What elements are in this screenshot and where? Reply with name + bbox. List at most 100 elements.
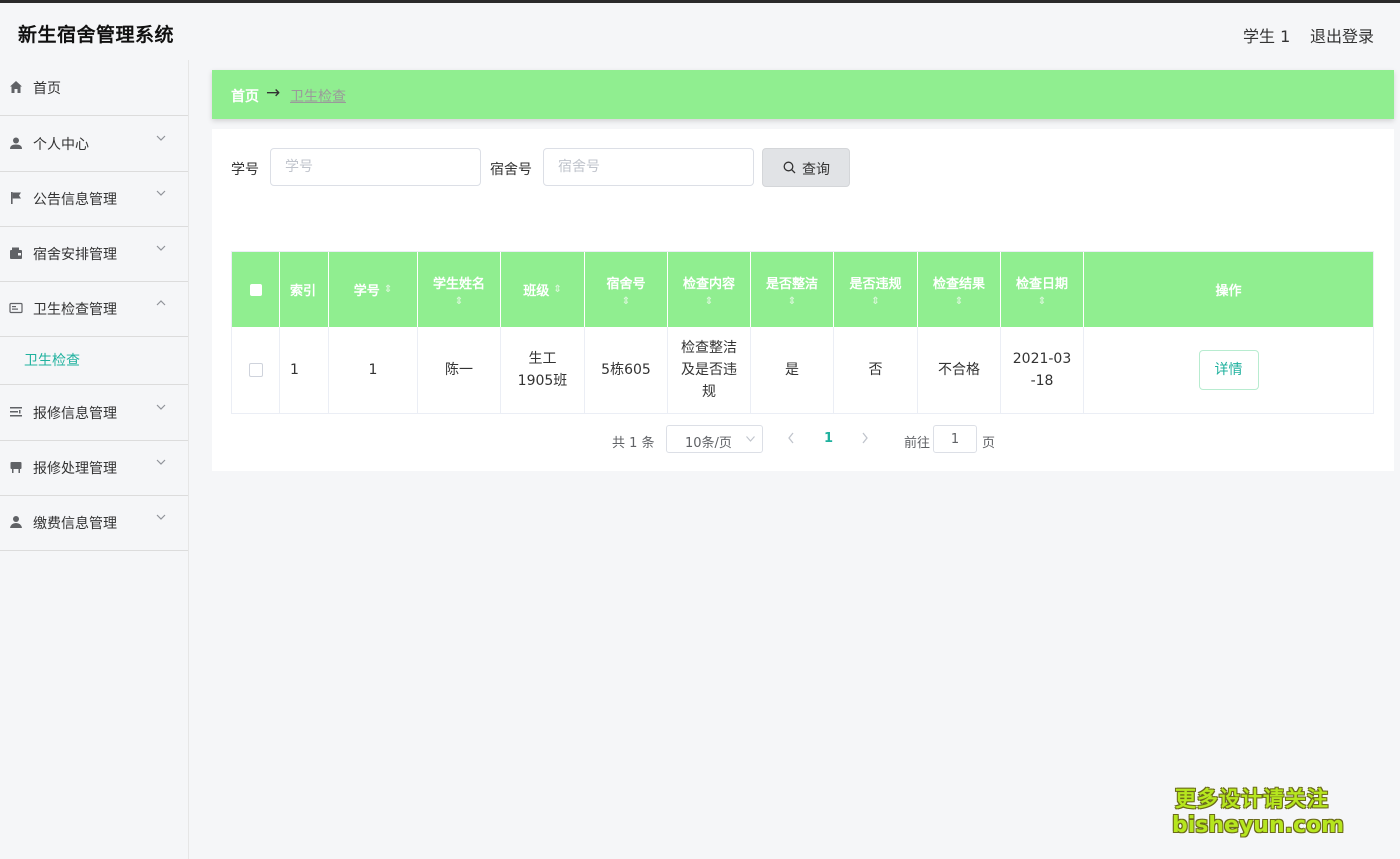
sort-icon[interactable]: ⇕	[384, 284, 392, 295]
header-date-label: 检查日期	[1015, 276, 1068, 292]
header-result-label: 检查结果	[932, 276, 985, 292]
header-date[interactable]: 检查日期 ⇕	[1001, 252, 1084, 327]
sidebar-item-label: 个人中心	[33, 137, 89, 153]
sidebar-item-hygiene-management[interactable]: 卫生检查管理	[0, 281, 188, 337]
cell-dorm: 5栋605	[585, 327, 668, 413]
card-icon	[9, 302, 23, 314]
sidebar-item-personal-center[interactable]: 个人中心	[0, 116, 188, 172]
chevron-down-icon	[156, 459, 166, 465]
header-index-label: 索引	[290, 284, 317, 299]
pagination: 共 1 条 10条/页 1 前往 页	[212, 425, 1394, 455]
header-clean-label: 是否整洁	[765, 276, 818, 292]
cell-student-id: 1	[329, 327, 418, 413]
sidebar-item-label: 报修处理管理	[33, 461, 117, 477]
student-id-input[interactable]	[270, 148, 481, 186]
wallet-icon	[10, 247, 22, 259]
submenu-item-hygiene-check[interactable]: 卫生检查	[24, 350, 80, 370]
header-student-id-label: 学号	[353, 284, 380, 299]
row-checkbox[interactable]	[248, 363, 263, 377]
header-class-label: 班级	[523, 284, 550, 299]
header-content[interactable]: 检查内容 ⇕	[668, 252, 751, 327]
main-panel: 学号 宿舍号 查询 索引 学号⇕ 学生姓名 ⇕ 班级⇕ 宿舍号	[212, 129, 1394, 471]
sidebar: 首页 个人中心 公告信息管理 宿舍安排管理 卫生检查管理 卫生检查 报修信息管理…	[0, 60, 189, 859]
table-row: 1 1 陈一 生工1905班 5栋605 检查整洁及是否违规 是 否 不合格 2…	[232, 327, 1373, 413]
sidebar-item-repair-info[interactable]: 报修信息管理	[0, 385, 188, 441]
sort-icon[interactable]: ⇕	[553, 284, 561, 295]
pagination-total: 共 1 条	[612, 436, 655, 451]
dorm-input[interactable]	[543, 148, 754, 186]
watermark-line2: bisheyun.com	[1172, 813, 1345, 838]
chevron-down-icon	[156, 514, 166, 520]
cell-student-name: 陈一	[418, 327, 501, 413]
header-violation[interactable]: 是否违规 ⇕	[834, 252, 918, 327]
goto-page-input[interactable]	[933, 425, 977, 453]
chevron-up-icon	[156, 300, 166, 306]
sort-icon[interactable]: ⇕	[622, 296, 630, 307]
sidebar-item-label: 报修信息管理	[33, 406, 117, 422]
sort-icon[interactable]: ⇕	[1038, 296, 1046, 307]
sort-icon[interactable]: ⇕	[705, 296, 713, 307]
user-icon	[10, 137, 22, 149]
header-student-id[interactable]: 学号 ⇕	[329, 252, 418, 327]
row-select-cell	[232, 327, 280, 413]
header-action-label: 操作	[1215, 284, 1242, 299]
header-dorm-label: 宿舍号	[606, 276, 646, 292]
list-icon	[10, 407, 22, 417]
header-action: 操作	[1084, 252, 1373, 327]
sidebar-item-dorm-arrangement[interactable]: 宿舍安排管理	[0, 226, 188, 282]
breadcrumb: 首页 → 卫生检查	[212, 70, 1394, 119]
sidebar-item-label: 首页	[33, 81, 61, 97]
home-icon	[10, 81, 22, 93]
header-dorm[interactable]: 宿舍号 ⇕	[585, 252, 668, 327]
breadcrumb-home[interactable]: 首页	[231, 86, 259, 106]
logout-link[interactable]: 退出登录	[1310, 23, 1374, 47]
watermark: 更多设计请关注 bisheyun.com	[1172, 783, 1345, 838]
sort-icon[interactable]: ⇕	[788, 296, 796, 307]
sort-icon[interactable]: ⇕	[871, 296, 879, 307]
goto-label: 前往	[904, 436, 931, 451]
hygiene-table: 索引 学号 ⇕ 学生姓名 ⇕ 班级 ⇕ 宿舍号 ⇕ 检查内容 ⇕ 是否整洁 ⇕ …	[231, 251, 1374, 414]
page-size-value: 10条/页	[685, 436, 732, 451]
student-id-label: 学号	[231, 162, 259, 178]
sidebar-item-notice[interactable]: 公告信息管理	[0, 171, 188, 227]
header-result[interactable]: 检查结果 ⇕	[918, 252, 1001, 327]
cell-class: 生工1905班	[501, 327, 585, 413]
sidebar-item-home[interactable]: 首页	[0, 60, 188, 116]
header-student-name[interactable]: 学生姓名 ⇕	[418, 252, 501, 327]
detail-button[interactable]: 详情	[1198, 350, 1259, 390]
chevron-down-icon	[746, 436, 755, 442]
sort-icon[interactable]: ⇕	[955, 296, 963, 307]
next-page-icon[interactable]	[860, 431, 870, 445]
page-number-current[interactable]: 1	[824, 431, 833, 446]
goto-unit: 页	[982, 436, 996, 451]
header-clean[interactable]: 是否整洁 ⇕	[751, 252, 834, 327]
page-size-select[interactable]: 10条/页	[666, 425, 763, 453]
select-all-checkbox[interactable]	[249, 283, 262, 296]
breadcrumb-arrow-icon: →	[266, 83, 281, 103]
header: 新生宿舍管理系统 学生 1 退出登录	[0, 3, 1400, 60]
user-name[interactable]: 学生 1	[1243, 23, 1290, 47]
header-index: 索引	[280, 252, 329, 327]
app-title: 新生宿舍管理系统	[18, 24, 175, 46]
search-button[interactable]: 查询	[762, 148, 850, 187]
cell-content: 检查整洁及是否违规	[668, 327, 751, 413]
prev-page-icon[interactable]	[786, 431, 796, 445]
cell-result: 不合格	[918, 327, 1001, 413]
sidebar-item-label: 宿舍安排管理	[33, 247, 117, 263]
sort-icon[interactable]: ⇕	[455, 296, 463, 307]
flag-icon	[11, 192, 21, 204]
chevron-down-icon	[156, 135, 166, 141]
search-button-label: 查询	[802, 162, 830, 178]
header-select-all[interactable]	[232, 252, 280, 327]
person-icon	[10, 516, 22, 528]
cell-date: 2021-03-18	[1001, 327, 1084, 413]
header-class[interactable]: 班级 ⇕	[501, 252, 585, 327]
chevron-down-icon	[156, 245, 166, 251]
chevron-down-icon	[156, 190, 166, 196]
breadcrumb-current: 卫生检查	[290, 89, 346, 105]
sidebar-item-repair-handling[interactable]: 报修处理管理	[0, 440, 188, 496]
cell-index: 1	[280, 327, 329, 413]
search-icon	[783, 161, 796, 174]
sidebar-item-label: 卫生检查管理	[33, 302, 117, 318]
sidebar-item-payment-info[interactable]: 缴费信息管理	[0, 495, 188, 551]
